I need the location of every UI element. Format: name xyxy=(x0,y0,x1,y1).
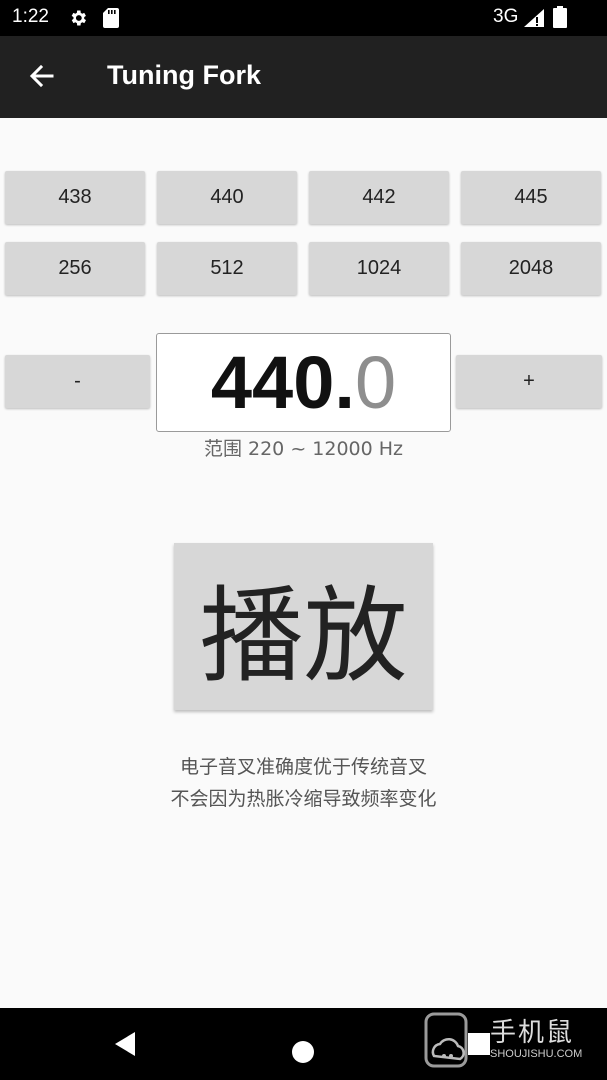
frequency-decimal: 0 xyxy=(354,341,397,424)
preset-button[interactable]: 438 xyxy=(5,171,145,224)
watermark-text: 手机鼠 xyxy=(490,1018,575,1048)
nav-back-icon[interactable] xyxy=(113,1031,137,1057)
frequency-integer: 440. xyxy=(210,341,355,424)
nav-home-icon[interactable] xyxy=(292,1041,314,1063)
app-title: Tuning Fork xyxy=(107,60,261,90)
preset-button[interactable]: 512 xyxy=(157,242,297,295)
battery-icon xyxy=(553,6,567,28)
arrow-back-icon[interactable] xyxy=(24,58,60,94)
preset-button[interactable]: 442 xyxy=(309,171,449,224)
signal-icon xyxy=(524,9,544,27)
increment-button[interactable]: + xyxy=(456,355,602,408)
description-line-1: 电子音叉准确度优于传统音叉 xyxy=(179,756,427,778)
preset-button[interactable]: 256 xyxy=(5,242,145,295)
play-button[interactable]: 播放 xyxy=(174,543,433,710)
preset-button[interactable]: 1024 xyxy=(309,242,449,295)
frequency-input[interactable]: 440. 0 xyxy=(156,333,451,432)
status-time: 1:22 xyxy=(12,6,49,27)
sd-card-icon xyxy=(103,8,119,28)
status-bar: 1:22 3G xyxy=(0,0,607,36)
app-bar: Tuning Fork xyxy=(0,36,607,118)
decrement-button[interactable]: - xyxy=(5,355,150,408)
preset-button[interactable]: 440 xyxy=(157,171,297,224)
description-line-2: 不会因为热胀冷缩导致频率变化 xyxy=(170,788,437,810)
frequency-range-text: 范围 220 ~ 12000 Hz xyxy=(203,438,404,460)
network-type: 3G xyxy=(493,6,519,27)
gear-icon xyxy=(71,10,86,26)
watermark-subtext: SHOUJISHU.COM xyxy=(490,1048,583,1060)
preset-button[interactable]: 2048 xyxy=(461,242,601,295)
preset-button[interactable]: 445 xyxy=(461,171,601,224)
